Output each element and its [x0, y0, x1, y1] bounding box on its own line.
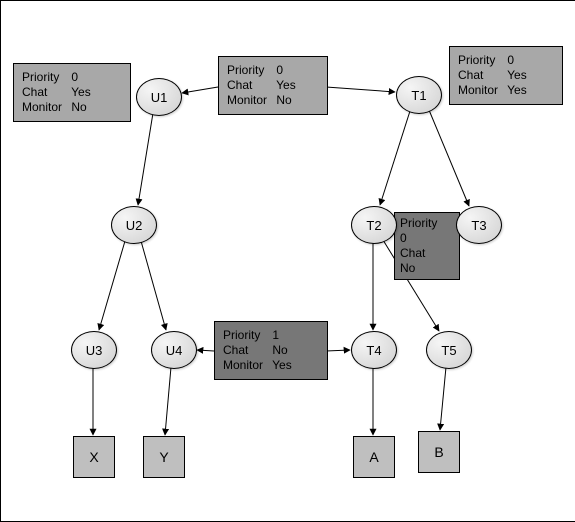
leaf-y: Y — [143, 436, 185, 478]
info-box-u1: Priority 0 Chat Yes Monitor No — [13, 63, 131, 122]
node-t4: T4 — [351, 331, 397, 369]
node-t5: T5 — [426, 331, 472, 369]
node-u1: U1 — [136, 78, 182, 116]
node-t2: T2 — [351, 206, 397, 244]
info-box-mid: Priority 1 Chat No Monitor Yes — [214, 321, 328, 380]
info-box-root: Priority 0 Chat Yes Monitor No — [218, 56, 328, 115]
node-u3: U3 — [71, 331, 117, 369]
leaf-x: X — [73, 436, 115, 478]
node-t1: T1 — [396, 76, 442, 114]
info-box-t1: Priority 0 Chat Yes Monitor Yes — [449, 46, 563, 105]
node-t3: T3 — [456, 206, 502, 244]
node-u4: U4 — [151, 331, 197, 369]
leaf-b: B — [418, 431, 460, 473]
node-u2: U2 — [111, 206, 157, 244]
info-box-t2: Priority 0 Chat No — [394, 212, 460, 280]
leaf-a: A — [353, 436, 395, 478]
diagram-canvas: Priority 0 Chat Yes Monitor No Priority … — [0, 0, 575, 522]
